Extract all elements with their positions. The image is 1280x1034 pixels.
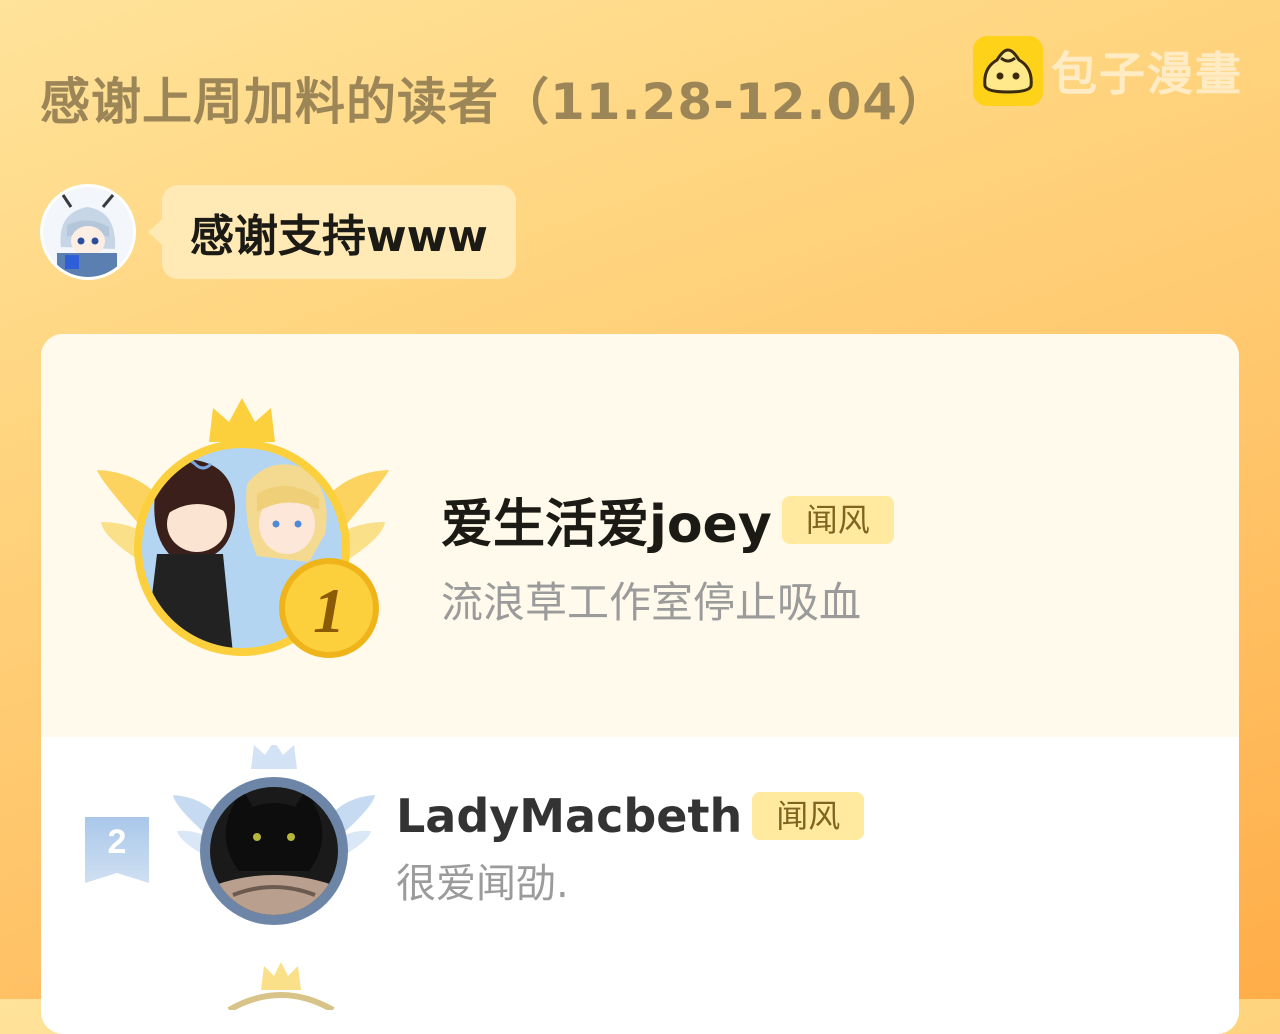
author-avatar[interactable]: [40, 184, 136, 280]
thanks-bubble: 感谢支持www: [148, 185, 516, 279]
rank-1-entry[interactable]: 1 爱生活爱joey 闻风 流浪草工作室停止吸血: [41, 334, 1239, 737]
brand-name: 包子漫畫: [1051, 47, 1243, 101]
rank-2-number: 2: [108, 823, 127, 861]
ranking-card: 1 爱生活爱joey 闻风 流浪草工作室停止吸血 2 LadyMacbeth 闻…: [41, 334, 1239, 1034]
rank-1-tag: 闻风: [781, 495, 894, 544]
rank-1-avatar-badge: 1: [97, 398, 389, 658]
rank-1-name[interactable]: 爱生活爱joey: [441, 482, 772, 557]
rank-1-info: 爱生活爱joey 闻风 流浪草工作室停止吸血: [441, 482, 894, 630]
baozi-bun-icon: [973, 36, 1043, 106]
page-title: 感谢上周加料的读者（11.28-12.04）: [40, 73, 950, 131]
rank-3-badge-partial: [227, 962, 335, 1010]
rank-2-message: 很爱闻劭.: [396, 861, 569, 907]
rank-2-info: LadyMacbeth 闻风 很爱闻劭.: [396, 789, 865, 909]
rank-2-ribbon-icon: 2: [85, 817, 149, 883]
thanks-message-row: 感谢支持www: [40, 184, 516, 280]
rank-2-tag: 闻风: [752, 792, 865, 840]
svg-text:1: 1: [313, 575, 345, 646]
rank-2-name[interactable]: LadyMacbeth: [396, 789, 742, 843]
rank-2-entry[interactable]: 2 LadyMacbeth 闻风 很爱闻劭.: [41, 737, 1239, 937]
rank-2-avatar-badge: [173, 745, 375, 925]
brand-logo[interactable]: 包子漫畫: [973, 36, 1243, 106]
rank-1-message: 流浪草工作室停止吸血: [441, 578, 862, 627]
